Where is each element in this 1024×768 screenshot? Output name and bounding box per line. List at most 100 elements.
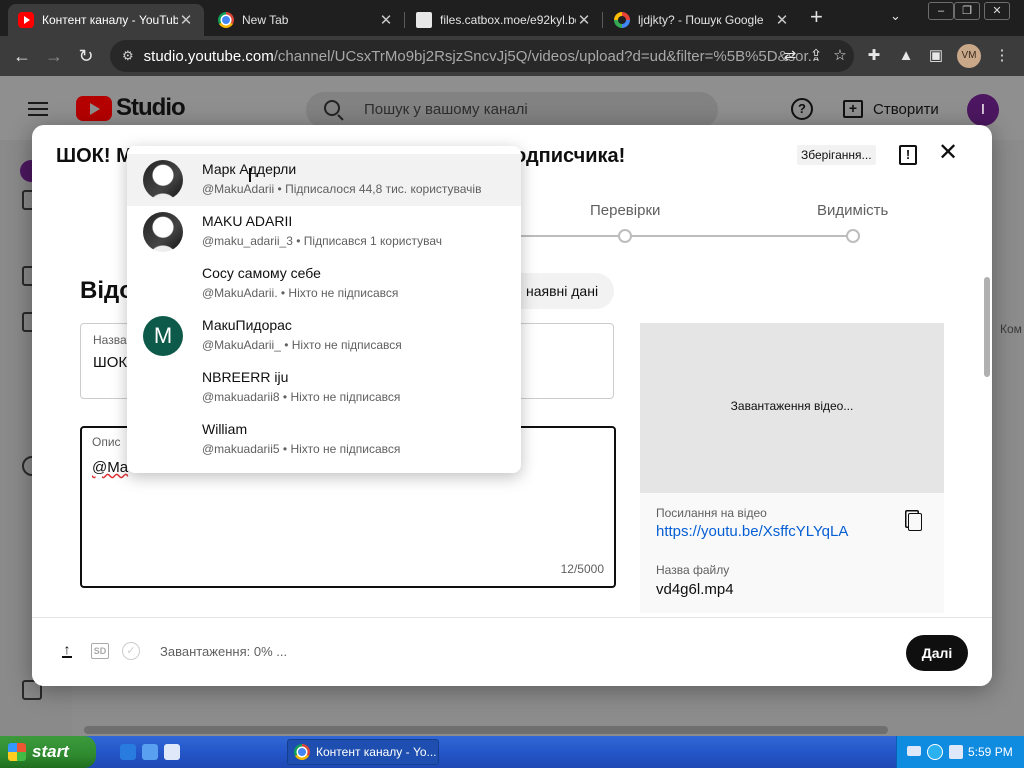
- mention-item[interactable]: Марк Аддерли @MakuAdarii • Підписалося 4…: [127, 154, 521, 206]
- preview-loading-text: Завантаження відео...: [730, 399, 854, 413]
- studio-logo-text: Studio: [116, 94, 186, 121]
- channel-avatar: M: [143, 316, 183, 356]
- taskbar-window-title: Контент каналу - Yo...: [316, 745, 437, 759]
- media-player-icon[interactable]: [164, 744, 180, 760]
- mention-meta: @maku_adarii_3 • Підписався 1 користувач: [202, 234, 442, 248]
- tab-title: Контент каналу - YouTube: [42, 13, 178, 27]
- url-host: studio.youtube.com: [143, 47, 274, 65]
- google-icon: [614, 12, 630, 28]
- description-field-value[interactable]: @Ma: [92, 459, 128, 476]
- side-panel-icon[interactable]: ▣: [926, 46, 946, 66]
- close-tab-icon[interactable]: ✕: [378, 11, 394, 29]
- mention-item[interactable]: NBREERR iju @makuadarii8 • Ніхто не підп…: [127, 362, 521, 414]
- step-visibility-dot[interactable]: [846, 229, 860, 243]
- video-link[interactable]: https://youtu.be/XsffcYLYqLA: [656, 523, 848, 540]
- tab-new-tab[interactable]: New Tab ✕: [208, 4, 404, 36]
- extensions-puzzle-icon[interactable]: ✚: [864, 46, 884, 66]
- details-heading: Відо: [80, 277, 134, 304]
- tab-search-chevron-icon[interactable]: ⌄: [890, 8, 901, 24]
- chrome-icon: [218, 12, 234, 28]
- close-tab-icon[interactable]: ✕: [178, 11, 194, 29]
- url-path: /channel/UCsxTrMo9bj2RsjzSncvJj5Q/videos…: [273, 47, 821, 65]
- tab-title: ljdjkty? - Пошук Google: [638, 13, 764, 27]
- reload-icon[interactable]: ↻: [74, 44, 98, 68]
- create-button[interactable]: + Створити: [843, 96, 939, 122]
- sd-quality-icon[interactable]: SD: [91, 643, 109, 659]
- checks-status-icon[interactable]: ✓: [122, 642, 140, 660]
- mention-item[interactable]: MAKU ADARII @maku_adarii_3 • Підписався …: [127, 206, 521, 258]
- mention-item[interactable]: William @makuadarii5 • Ніхто не підписав…: [127, 414, 521, 466]
- menu-hamburger-icon[interactable]: [28, 102, 48, 104]
- tab-google-search[interactable]: ljdjkty? - Пошук Google ✕: [604, 4, 800, 36]
- help-icon[interactable]: ?: [791, 98, 813, 120]
- mention-suggestions-dropdown: Марк Аддерли @MakuAdarii • Підписалося 4…: [127, 146, 521, 473]
- character-counter: 12/5000: [560, 562, 604, 576]
- mention-meta: @makuadarii8 • Ніхто не підписався: [202, 390, 401, 404]
- mention-name: Сосу самому себе: [202, 265, 321, 281]
- close-tab-icon[interactable]: ✕: [774, 11, 790, 29]
- tab-catbox-file[interactable]: files.catbox.moe/e92kyl.bd ✕: [406, 4, 602, 36]
- ie-icon[interactable]: [120, 744, 136, 760]
- title-field-value[interactable]: ШОК: [93, 354, 127, 371]
- report-feedback-icon[interactable]: !: [899, 145, 917, 165]
- os-taskbar: start Контент каналу - Yo... 5:59 PM: [0, 736, 1024, 768]
- step-visibility-label[interactable]: Видимість: [817, 202, 888, 219]
- chrome-icon: [294, 744, 310, 760]
- address-bar[interactable]: ⚙ studio.youtube.com /channel/UCsxTrMo9b…: [110, 40, 854, 72]
- close-tab-icon[interactable]: ✕: [576, 11, 592, 29]
- back-arrow-icon[interactable]: ←: [10, 44, 34, 68]
- minimize-icon[interactable]: –: [928, 2, 954, 20]
- dialog-scrollbar[interactable]: [984, 277, 990, 377]
- tab-title: New Tab: [242, 13, 289, 27]
- start-label: start: [32, 742, 69, 761]
- youtube-logo-icon[interactable]: [76, 96, 112, 121]
- file-icon: [416, 12, 432, 28]
- dialog-title-end: одписчика!: [514, 145, 626, 167]
- mention-item[interactable]: Сосу самому себе @MakuAdarii. • Ніхто не…: [127, 258, 521, 310]
- video-preview-card: Завантаження відео... Посилання на відео…: [640, 323, 944, 613]
- tab-youtube-studio[interactable]: Контент каналу - YouTube ✕: [8, 4, 204, 36]
- upload-arrow-icon[interactable]: ↑: [62, 642, 72, 658]
- start-button[interactable]: start: [0, 736, 96, 768]
- tray-arrow-icon[interactable]: [927, 744, 943, 760]
- new-tab-plus-icon[interactable]: +: [810, 4, 823, 30]
- network-icon[interactable]: [949, 745, 963, 759]
- browser-toolbar: ← → ↻ ⚙ studio.youtube.com /channel/UCsx…: [0, 36, 1024, 76]
- channel-search-input[interactable]: Пошук у вашому каналі: [306, 92, 718, 128]
- close-dialog-icon[interactable]: ✕: [936, 141, 960, 165]
- account-avatar[interactable]: I: [967, 94, 999, 126]
- mention-item[interactable]: M МакuПидорас @MakuAdarii_ • Ніхто не пі…: [127, 310, 521, 362]
- dialog-title: ШОК! М: [56, 145, 133, 167]
- windows-flag-icon: [8, 743, 26, 761]
- file-name-value: vd4g6l.mp4: [656, 581, 734, 598]
- tab-title: files.catbox.moe/e92kyl.bd: [440, 13, 576, 27]
- share-icon[interactable]: ⇪: [806, 46, 826, 66]
- labs-flask-icon[interactable]: ▲: [896, 46, 916, 66]
- profile-avatar[interactable]: VM: [957, 44, 981, 68]
- step-checks-label[interactable]: Перевірки: [590, 202, 660, 219]
- restore-icon[interactable]: ❐: [954, 2, 980, 20]
- site-settings-icon[interactable]: ⚙: [122, 48, 134, 64]
- mention-meta: @makuadarii5 • Ніхто не підписався: [202, 442, 401, 456]
- copy-link-icon[interactable]: [908, 513, 922, 531]
- translate-icon[interactable]: ⇄: [780, 46, 800, 66]
- tab-separator: [602, 12, 603, 28]
- explorer-icon[interactable]: [142, 744, 158, 760]
- mention-meta: @MakuAdarii_ • Ніхто не підписався: [202, 338, 402, 352]
- video-preview-area: Завантаження відео...: [640, 323, 944, 493]
- taskbar-window-chrome[interactable]: Контент каналу - Yo...: [287, 739, 439, 765]
- horizontal-scrollbar[interactable]: [84, 726, 888, 734]
- system-clock: 5:59 PM: [968, 745, 1013, 759]
- mention-meta: @MakuAdarii • Підписалося 44,8 тис. кори…: [202, 182, 482, 196]
- file-name-label: Назва файлу: [656, 563, 730, 577]
- mention-name: МакuПидорас: [202, 317, 292, 333]
- next-button[interactable]: Далі: [906, 635, 968, 671]
- close-window-icon[interactable]: ✕: [984, 2, 1010, 20]
- keyboard-icon[interactable]: [907, 746, 921, 756]
- create-video-icon: +: [843, 100, 863, 118]
- background-column-text: Ком: [1000, 322, 1022, 336]
- browser-menu-icon[interactable]: ⋮: [992, 46, 1012, 66]
- step-checks-dot[interactable]: [618, 229, 632, 243]
- bookmark-star-icon[interactable]: ☆: [830, 46, 850, 66]
- forward-arrow-icon[interactable]: →: [42, 44, 66, 68]
